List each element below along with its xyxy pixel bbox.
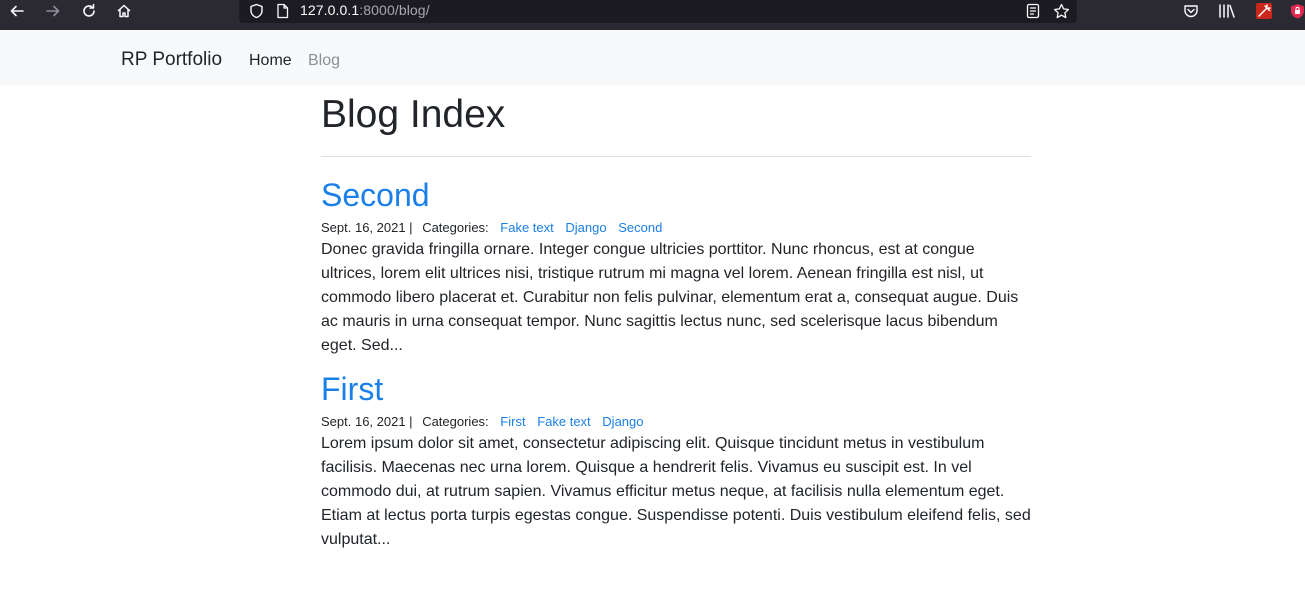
category-link[interactable]: First	[500, 414, 525, 429]
url-text[interactable]: 127.0.0.1:8000/blog/	[300, 2, 430, 18]
post-title-link[interactable]: Second	[321, 176, 1031, 214]
navbar-brand[interactable]: RP Portfolio	[121, 49, 222, 71]
category-link[interactable]: Fake text	[537, 414, 590, 429]
title-divider	[321, 156, 1031, 157]
reload-icon[interactable]	[78, 0, 100, 22]
lock-extension-icon[interactable]	[1290, 1, 1305, 21]
post-excerpt: Donec gravida fringilla ornare. Integer …	[321, 241, 1019, 354]
post-meta: Sept. 16, 2021 | Categories: First Fake …	[321, 414, 1031, 430]
post-item: Second Sept. 16, 2021 | Categories: Fake…	[321, 176, 1031, 358]
main-content: Blog Index Second Sept. 16, 2021 | Categ…	[321, 86, 1031, 552]
category-link[interactable]: Second	[618, 220, 662, 235]
post-meta: Sept. 16, 2021 | Categories: Fake text D…	[321, 220, 1031, 236]
category-link[interactable]: Django	[602, 414, 643, 429]
post-excerpt: Lorem ipsum dolor sit amet, consectetur …	[321, 435, 1031, 548]
post-date: Sept. 16, 2021 |	[321, 414, 413, 429]
shield-icon[interactable]	[246, 1, 266, 21]
back-arrow-icon[interactable]	[6, 0, 28, 22]
nav-link-home[interactable]: Home	[249, 52, 292, 70]
nav-link-blog[interactable]: Blog	[308, 52, 340, 70]
post-item: First Sept. 16, 2021 | Categories: First…	[321, 370, 1031, 552]
home-icon[interactable]	[113, 0, 135, 22]
post-date: Sept. 16, 2021 |	[321, 220, 413, 235]
category-link[interactable]: Django	[565, 220, 606, 235]
reader-view-icon[interactable]	[1023, 1, 1043, 21]
categories-label: Categories:	[422, 220, 489, 235]
forward-arrow-icon[interactable]	[42, 0, 64, 22]
category-link[interactable]: Fake text	[500, 220, 553, 235]
pocket-icon[interactable]	[1181, 1, 1201, 21]
library-icon[interactable]	[1217, 1, 1237, 21]
browser-toolbar: 127.0.0.1:8000/blog/	[0, 0, 1305, 30]
url-host: 127.0.0.1	[300, 2, 360, 18]
extension-icon[interactable]	[1254, 1, 1274, 21]
url-bar[interactable]: 127.0.0.1:8000/blog/	[239, 0, 1077, 23]
page-icon[interactable]	[272, 1, 292, 21]
bookmark-star-icon[interactable]	[1051, 1, 1071, 21]
post-title-link[interactable]: First	[321, 370, 1031, 408]
categories-label: Categories:	[422, 414, 489, 429]
url-path: :8000/blog/	[359, 2, 430, 18]
page-title: Blog Index	[321, 93, 506, 136]
site-navbar: RP Portfolio Home Blog	[0, 30, 1305, 86]
